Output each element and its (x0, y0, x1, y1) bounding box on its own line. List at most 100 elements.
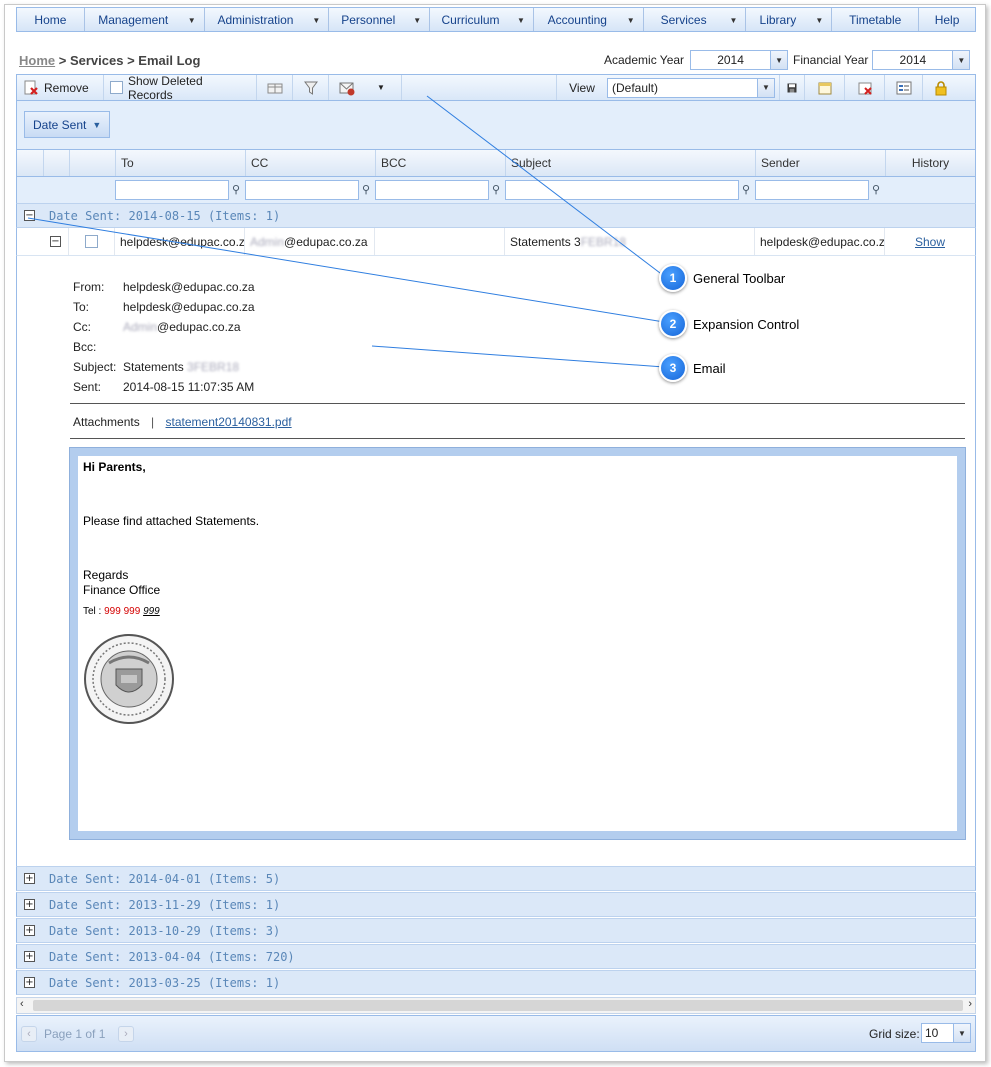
financial-year-group: Financial Year 2014 ▼ (793, 50, 971, 70)
expand-toggle-icon[interactable]: + (24, 873, 35, 884)
academic-year-group: Academic Year 2014 ▼ (604, 50, 789, 70)
scrollbar-thumb[interactable] (33, 1000, 963, 1011)
filter-row: ⚲ ⚲ ⚲ ⚲ ⚲ (16, 177, 976, 204)
expand-toggle-icon[interactable]: + (24, 899, 35, 910)
view-details-button[interactable] (885, 75, 923, 100)
callout-label: Expansion Control (693, 316, 800, 332)
group-row[interactable]: + Date Sent: 2013-11-29 (Items: 1) (16, 892, 976, 917)
breadcrumb: Home > Services > Email Log (19, 53, 201, 68)
col-header-cc[interactable]: CC (246, 150, 376, 176)
chevron-down-icon[interactable]: ▼ (953, 1024, 970, 1042)
col-header-bcc[interactable]: BCC (376, 150, 506, 176)
mail-export-icon (339, 82, 355, 95)
callout-badge: 1 (659, 264, 687, 292)
row-collapse-toggle-icon[interactable]: − (50, 236, 61, 247)
scroll-right-icon[interactable]: › (968, 998, 972, 1010)
email-to-label: To: (73, 300, 90, 314)
prev-page-icon[interactable]: ‹ (21, 1026, 37, 1042)
row-checkbox[interactable] (85, 235, 98, 248)
filter-button[interactable] (293, 75, 329, 100)
filter-cc-input[interactable] (245, 180, 359, 200)
group-row-expanded[interactable]: − Date Sent: 2014-08-15 (Items: 1) (16, 203, 976, 228)
general-toolbar: Remove Show Deleted Records ▼ View (Defa… (16, 74, 976, 102)
nav-accounting[interactable]: Accounting ▼ (534, 8, 644, 31)
academic-year-label: Academic Year (604, 53, 685, 67)
row-expand-cell: − (43, 228, 69, 255)
filter-to-input[interactable] (115, 180, 229, 200)
chevron-down-icon[interactable]: ▼ (377, 83, 385, 92)
expand-toggle-icon[interactable]: + (24, 977, 35, 988)
collapse-toggle-icon[interactable]: − (24, 210, 35, 221)
tel-link[interactable]: 999 (143, 606, 160, 617)
chevron-down-icon: ▼ (729, 16, 738, 25)
filter-icon[interactable]: ⚲ (232, 183, 240, 196)
financial-year-select[interactable]: 2014 ▼ (872, 50, 971, 70)
email-cc-label: Cc: (73, 320, 91, 334)
callout-badge: 2 (659, 310, 687, 338)
delete-view-button[interactable] (845, 75, 885, 100)
nav-curriculum[interactable]: Curriculum ▼ (430, 8, 534, 31)
breadcrumb-home-link[interactable]: Home (19, 53, 55, 68)
show-deleted-toggle[interactable]: Show Deleted Records (104, 74, 257, 102)
new-view-icon (818, 82, 831, 94)
view-select[interactable]: (Default) ▼ (607, 77, 775, 98)
show-deleted-checkbox[interactable] (110, 81, 123, 94)
filter-icon[interactable]: ⚲ (492, 183, 500, 196)
chevron-down-icon[interactable]: ▼ (757, 78, 774, 97)
chevron-down-icon[interactable]: ▼ (952, 51, 970, 69)
row-select-cell (69, 228, 115, 255)
nav-administration[interactable]: Administration ▼ (205, 8, 330, 31)
chevron-down-icon: ▼ (517, 16, 525, 25)
chevron-down-icon[interactable]: ▼ (770, 51, 788, 69)
nav-help[interactable]: Help (919, 8, 975, 31)
horizontal-scrollbar[interactable]: ‹ › (16, 997, 976, 1014)
email-signoff: Finance Office (83, 583, 161, 597)
page-title: Email Log (138, 53, 201, 68)
nav-timetable[interactable]: Timetable (832, 8, 920, 31)
nav-library[interactable]: Library ▼ (746, 8, 833, 31)
group-row[interactable]: + Date Sent: 2013-03-25 (Items: 1) (16, 970, 976, 995)
attachments-row: Attachments | statement20140831.pdf (73, 415, 292, 429)
col-header-sender[interactable]: Sender (756, 150, 886, 176)
history-show-link[interactable]: Show (915, 235, 945, 249)
nav-management[interactable]: Management ▼ (85, 8, 205, 31)
nav-home[interactable]: Home (17, 8, 85, 31)
group-row[interactable]: + Date Sent: 2013-10-29 (Items: 3) (16, 918, 976, 943)
cell-bcc (375, 228, 505, 255)
lock-button[interactable] (923, 75, 959, 100)
group-row[interactable]: + Date Sent: 2014-04-01 (Items: 5) (16, 866, 976, 891)
financial-year-label: Financial Year (793, 53, 869, 67)
export-menu-button[interactable]: ▼ (329, 75, 402, 100)
grid-size-select[interactable]: 10 ▼ (921, 1023, 971, 1043)
filter-icon[interactable]: ⚲ (872, 183, 880, 196)
col-header-subject[interactable]: Subject (506, 150, 756, 176)
page-indicator: Page 1 of 1 (44, 1027, 106, 1041)
nav-personnel[interactable]: Personnel ▼ (329, 8, 431, 31)
save-view-button[interactable] (779, 75, 805, 100)
attachment-link[interactable]: statement20140831.pdf (166, 415, 292, 429)
next-page-icon[interactable]: › (118, 1026, 134, 1042)
filter-icon[interactable]: ⚲ (742, 183, 750, 196)
col-header-history[interactable]: History (886, 150, 975, 176)
scroll-left-icon[interactable]: ‹ (20, 998, 24, 1010)
filter-icon[interactable]: ⚲ (362, 183, 370, 196)
filter-sender-input[interactable] (755, 180, 869, 200)
academic-year-select[interactable]: 2014 ▼ (690, 50, 789, 70)
filter-bcc-input[interactable] (375, 180, 489, 200)
callout-label: Email (693, 360, 726, 376)
table-row[interactable]: − helpdesk@edupac.co.za Admin @edupac.co.… (16, 228, 976, 256)
columns-button[interactable] (257, 75, 293, 100)
lock-icon (935, 80, 947, 95)
nav-services[interactable]: Services ▼ (644, 8, 747, 31)
chevron-down-icon: ▼ (312, 16, 321, 25)
group-by-date-sent-chip[interactable]: Date Sent ▼ (24, 111, 111, 138)
email-sent-label: Sent: (73, 380, 102, 394)
chevron-down-icon: ▼ (413, 16, 422, 25)
filter-subject-input[interactable] (505, 180, 739, 200)
group-row[interactable]: + Date Sent: 2013-04-04 (Items: 720) (16, 944, 976, 969)
new-view-button[interactable] (805, 75, 845, 100)
expand-toggle-icon[interactable]: + (24, 925, 35, 936)
remove-button[interactable]: Remove (17, 75, 104, 100)
col-header-to[interactable]: To (116, 150, 246, 176)
expand-toggle-icon[interactable]: + (24, 951, 35, 962)
